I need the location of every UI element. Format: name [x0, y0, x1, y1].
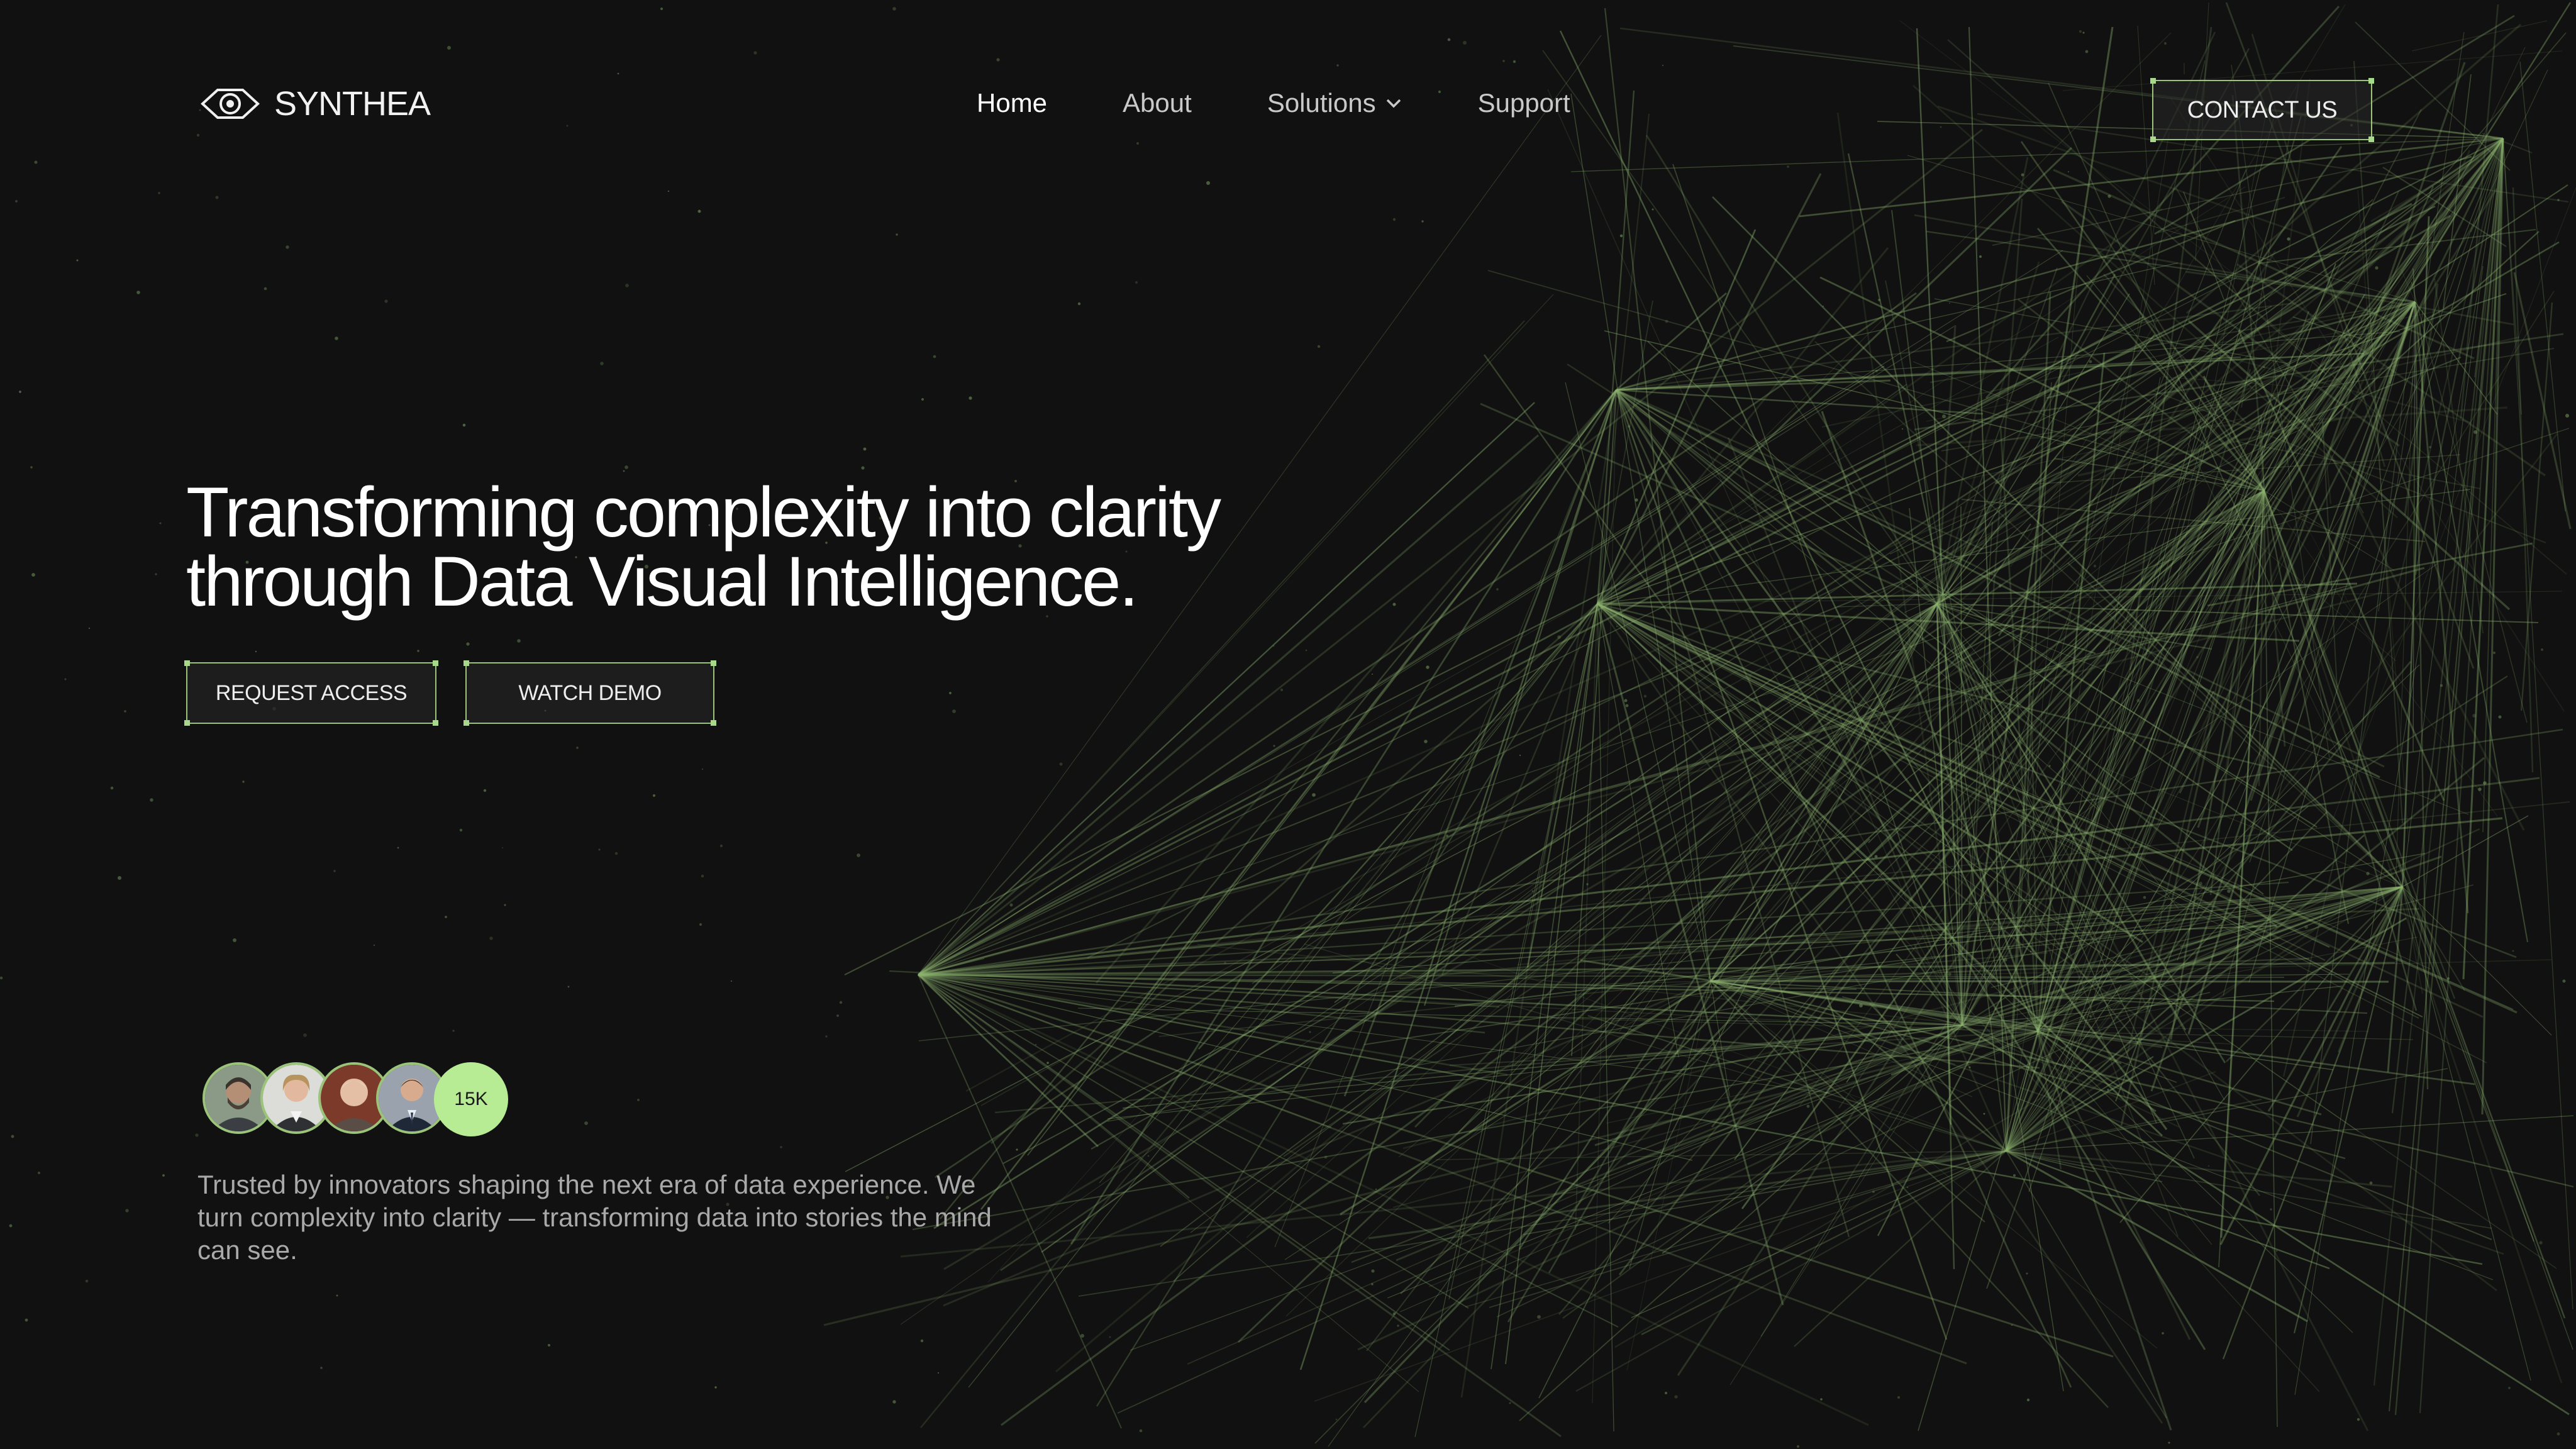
nav-solutions-label: Solutions	[1267, 88, 1376, 118]
request-access-button[interactable]: REQUEST ACCESS	[184, 660, 438, 726]
eye-icon	[201, 89, 260, 119]
watch-demo-label: WATCH DEMO	[518, 680, 662, 705]
customer-count: 15K	[454, 1089, 488, 1109]
watch-demo-button[interactable]: WATCH DEMO	[464, 660, 716, 726]
hero-headline: Transforming complexity into clarity thr…	[186, 477, 1318, 617]
corner-marker	[184, 720, 190, 726]
nav-item-about[interactable]: About	[1123, 88, 1192, 118]
request-access-label: REQUEST ACCESS	[215, 680, 408, 705]
nav-support-label: Support	[1477, 88, 1570, 118]
nav-item-support[interactable]: Support	[1478, 88, 1570, 118]
tagline-text: Trusted by innovators shaping the next e…	[197, 1170, 992, 1265]
hero-headline-line1: Transforming complexity into clarity	[186, 473, 1221, 552]
corner-marker	[464, 720, 469, 726]
main-nav: Home About Solutions Support	[977, 88, 1570, 118]
contact-us-label: CONTACT US	[2187, 96, 2338, 123]
corner-marker	[711, 720, 716, 726]
brand-logo[interactable]: SYNTHEA	[200, 84, 431, 123]
customer-avatars: 15K	[203, 1062, 508, 1136]
corner-marker	[433, 660, 438, 666]
corner-marker	[711, 660, 716, 666]
contact-us-button[interactable]: CONTACT US	[2150, 78, 2374, 142]
nav-home-label: Home	[977, 88, 1048, 118]
customer-count-badge: 15K	[434, 1062, 508, 1136]
corner-marker	[2150, 78, 2156, 84]
nav-item-home[interactable]: Home	[977, 88, 1047, 118]
corner-marker	[2368, 78, 2374, 84]
corner-marker	[184, 660, 190, 666]
corner-marker	[2368, 136, 2374, 142]
hero-headline-line2: through Data Visual Intelligence.	[186, 542, 1139, 621]
corner-marker	[433, 720, 438, 726]
corner-marker	[464, 660, 469, 666]
nav-about-label: About	[1123, 88, 1192, 118]
chevron-down-icon	[1386, 99, 1401, 108]
brand-name: SYNTHEA	[274, 85, 431, 123]
nav-item-solutions[interactable]: Solutions	[1267, 88, 1402, 118]
corner-marker	[2150, 136, 2156, 142]
